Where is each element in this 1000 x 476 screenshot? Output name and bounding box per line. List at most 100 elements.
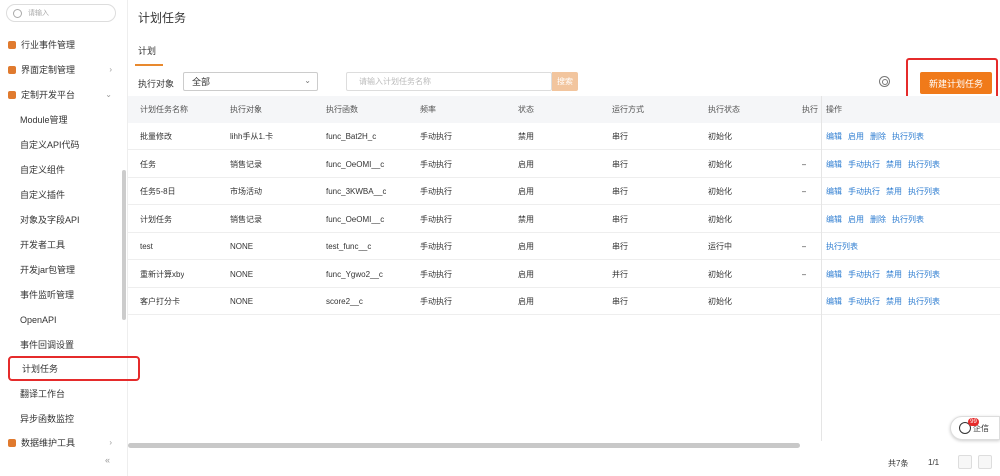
sidebar-item-label: Module管理 [20,115,68,125]
sidebar-item-label: 开发jar包管理 [20,265,76,275]
sidebar-search[interactable]: 请输入 [6,4,116,22]
sidebar-item-4[interactable]: 自定义API代码 [0,132,126,157]
chat-badge: 99 [968,418,979,426]
sidebar-item-label: OpenAPI [20,314,57,325]
chevron-down-icon: ⌄ [304,76,311,85]
cell-obj: NONE [230,269,254,279]
sidebar-item-label: 自定义API代码 [20,140,80,150]
cell-status: 启用 [518,187,534,196]
cell-mode: 串行 [612,242,628,251]
cell-obj: lihh手从1.卡 [230,132,274,141]
cell-obj: NONE [230,242,254,251]
cell-obj: 销售记录 [230,159,262,169]
cell-func: func_OeOMI__c [326,214,385,224]
cell-status: 禁用 [518,214,534,224]
tab-active-indicator [135,64,163,66]
filter-label: 执行对象 [138,79,175,89]
cell-name: test [140,242,153,251]
cell-name: 任务 [140,159,156,169]
sidebar-item-label: 事件回调设置 [20,340,75,350]
new-task-button[interactable]: 新建计划任务 [920,72,992,94]
sidebar-scrollbar[interactable] [122,170,126,320]
cell-func: func_Bat2H_c [326,132,377,141]
task-search-input[interactable]: 请输入计划任务名称 [346,72,552,91]
chevron-icon: ⌄ [105,90,112,99]
sidebar-item-8[interactable]: 开发者工具 [0,232,126,257]
chevron-icon: › [109,65,112,74]
sidebar-item-label: 计划任务 [22,364,59,374]
execution-object-select[interactable]: 全部 ⌄ [183,72,318,91]
gear-icon[interactable] [879,76,890,87]
cell-obj: NONE [230,297,254,306]
sidebar-item-label: 翻译工作台 [20,389,66,399]
sidebar-item-5[interactable]: 自定义组件 [0,157,126,182]
prev-page-button[interactable] [958,455,972,469]
cell-mode: 并行 [612,269,628,279]
cell-func: func_OeOMI__c [326,159,385,169]
cell-name: 批量修改 [140,132,172,141]
folder-icon [8,438,16,447]
cell-x: – [802,269,807,279]
cell-func: test_func__c [326,242,372,251]
sidebar-item-14[interactable]: 翻译工作台 [0,381,126,406]
sidebar-item-0[interactable]: 行业事件管理 [0,32,126,57]
cell-status: 启用 [518,269,534,279]
cell-func: score2__c [326,297,363,306]
page-title: 计划任务 [138,11,187,25]
sidebar-item-label: 对象及字段API [20,215,80,225]
cell-freq: 手动执行 [420,269,452,279]
cell-freq: 手动执行 [420,297,452,306]
cell-freq: 手动执行 [420,187,452,196]
sidebar-item-3[interactable]: Module管理 [0,107,126,132]
column-header: 状态 [518,105,534,114]
sidebar-item-2[interactable]: 定制开发平台 ⌄ [0,82,126,107]
cell-exec: 初始化 [708,187,732,196]
sidebar-item-label: 定制开发平台 [21,90,76,100]
folder-icon [8,65,16,74]
cell-status: 启用 [518,159,534,169]
sidebar-item-7[interactable]: 对象及字段API [0,207,126,232]
page-indicator: 1/1 [928,458,940,467]
cell-obj: 市场活动 [230,187,262,196]
cell-exec: 运行中 [708,242,732,251]
cell-exec: 初始化 [708,159,732,169]
chevron-icon: › [109,438,112,447]
sidebar: 请输入 行业事件管理界面定制管理 › 定制开发平台 ⌄ Module管理自定义API代码… [0,0,140,476]
search-placeholder: 请输入计划任务名称 [359,77,431,86]
sidebar-item-13[interactable]: 计划任务 [8,356,140,381]
cell-mode: 串行 [612,132,628,141]
next-page-button[interactable] [978,455,992,469]
collapse-sidebar-icon[interactable]: « [105,455,110,465]
cell-x: – [802,159,807,169]
app-root: 请输入 行业事件管理界面定制管理 › 定制开发平台 ⌄ Module管理自定义API代码… [0,0,1000,476]
sidebar-item-label: 行业事件管理 [21,40,76,50]
column-header: 运行方式 [612,105,644,114]
sidebar-item-label: 自定义组件 [20,165,66,175]
cell-exec: 初始化 [708,214,732,224]
sidebar-item-16[interactable]: 数据维护工具 › [0,430,126,455]
sidebar-item-15[interactable]: 异步函数监控 [0,406,126,431]
cell-mode: 串行 [612,187,628,196]
sidebar-item-11[interactable]: OpenAPI [0,307,126,332]
cell-name: 计划任务 [140,214,172,224]
sidebar-item-label: 异步函数监控 [20,414,75,424]
tab-plan[interactable]: 计划 [138,44,156,57]
sidebar-item-12[interactable]: 事件回调设置 [0,332,126,357]
sidebar-item-1[interactable]: 界面定制管理 › [0,57,126,82]
chat-widget[interactable]: 99 企信 [950,416,1000,440]
cell-exec: 初始化 [708,297,732,306]
sidebar-item-6[interactable]: 自定义插件 [0,182,126,207]
sidebar-item-9[interactable]: 开发jar包管理 [0,257,126,282]
column-header: 频率 [420,105,436,114]
cell-x: – [802,242,807,251]
column-header: 执行状态 [708,105,740,114]
sidebar-item-10[interactable]: 事件监听管理 [0,282,126,307]
cell-mode: 串行 [612,297,628,306]
cell-mode: 串行 [612,159,628,169]
cell-func: func_Ygwo2__c [326,269,383,279]
column-header: 执行函数 [326,105,358,114]
column-header: 计划任务名称 [140,105,188,114]
cell-freq: 手动执行 [420,214,452,224]
search-button[interactable]: 搜索 [552,72,578,91]
horizontal-scrollbar[interactable] [128,443,800,448]
